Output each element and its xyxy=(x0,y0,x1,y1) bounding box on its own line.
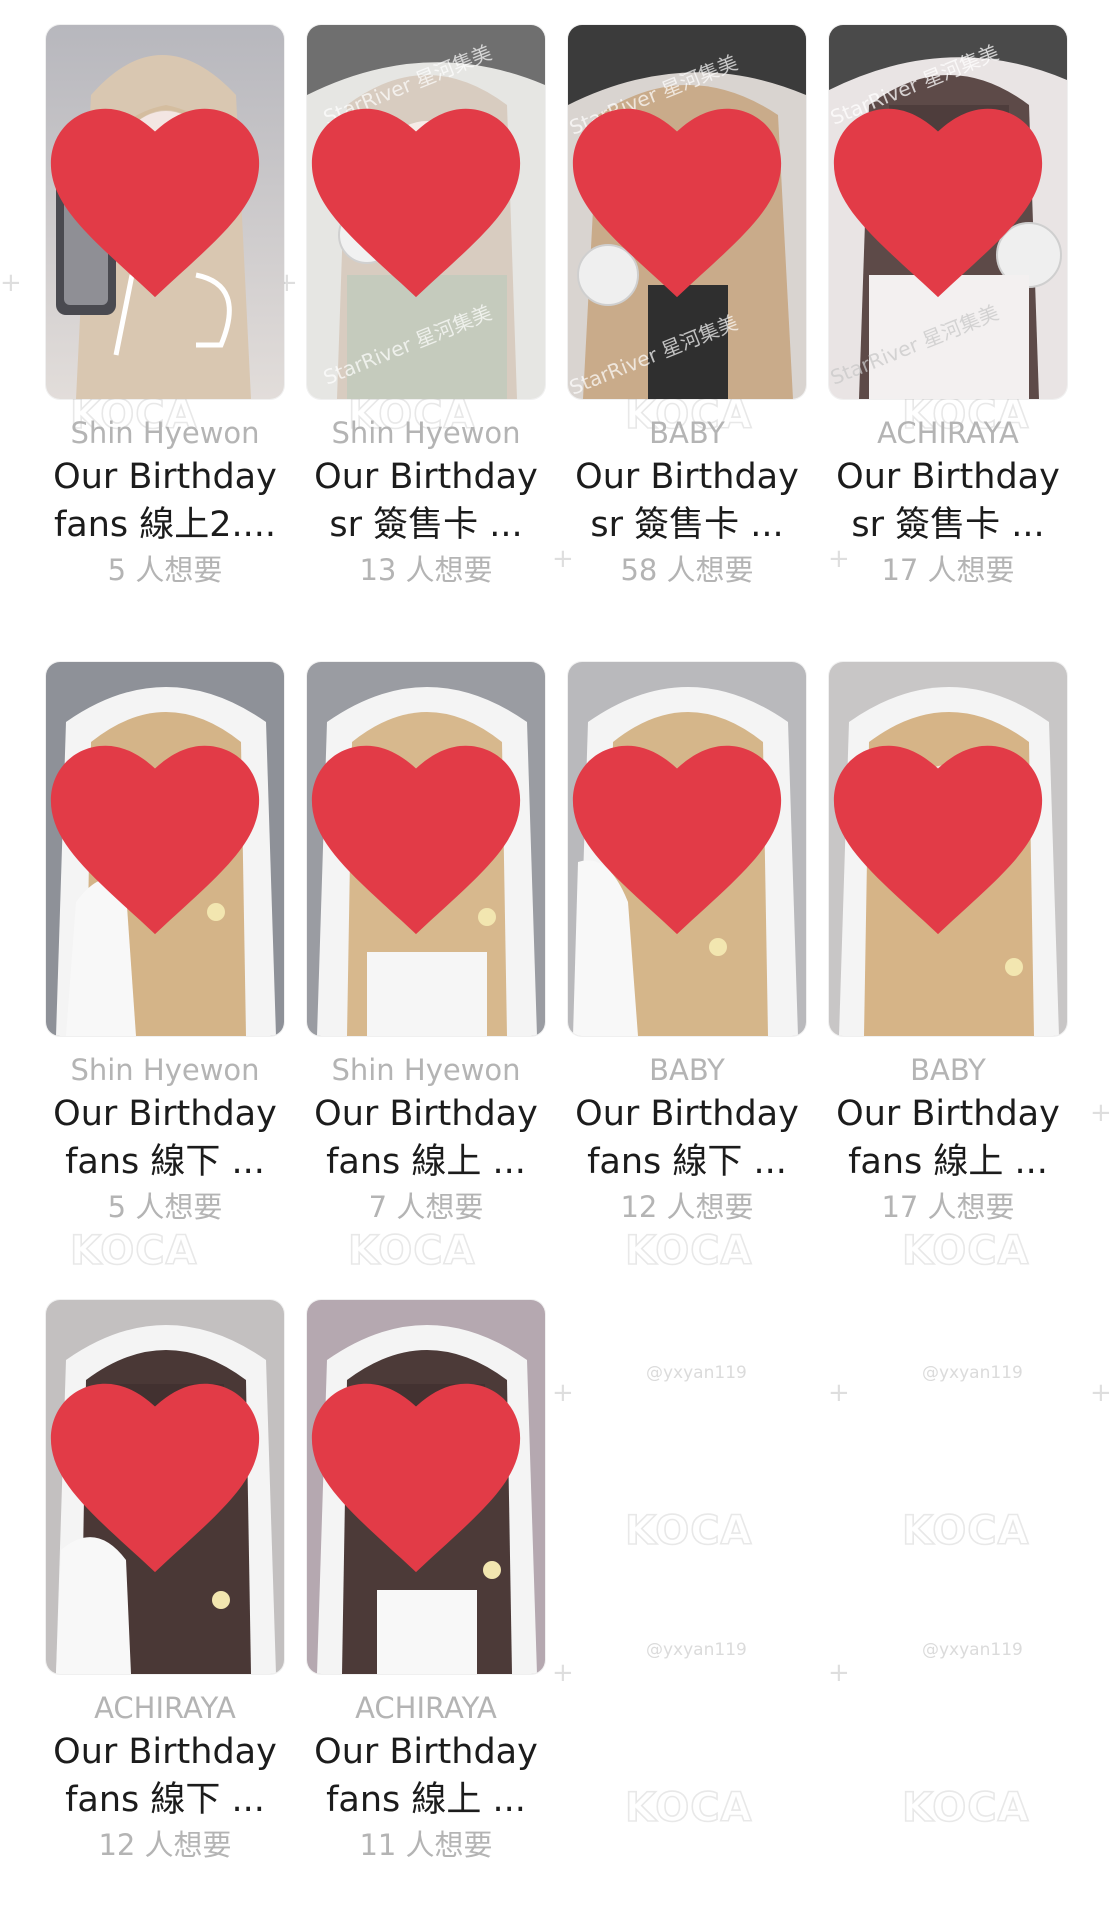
want-count: 11 人想要 xyxy=(359,1828,493,1862)
plus-watermark: + xyxy=(552,1658,574,1688)
brand-watermark: KOCA xyxy=(624,1784,753,1832)
heart-icon[interactable] xyxy=(307,662,535,1022)
heart-icon[interactable] xyxy=(568,25,796,385)
member-name: BABY xyxy=(649,1053,725,1087)
brand-watermark: KOCA xyxy=(901,1507,1030,1555)
heart-icon[interactable] xyxy=(46,1300,274,1660)
want-count: 5 人想要 xyxy=(107,553,223,587)
brand-watermark: KOCA xyxy=(347,1227,476,1275)
photocard-image[interactable] xyxy=(307,662,545,1036)
card-title-line1: Our Birthday xyxy=(314,457,538,497)
card-title-line1: Our Birthday xyxy=(575,457,799,497)
plus-watermark: + xyxy=(828,1658,850,1688)
photocard-meta: Shin Hyewon Our Birthday fans 線上 ... 7 人… xyxy=(307,1050,545,1228)
heart-icon[interactable] xyxy=(829,662,1057,1022)
card-title-line1: Our Birthday xyxy=(836,1094,1060,1134)
card-title-line2: sr 簽售卡 ... xyxy=(329,505,523,545)
card-title-line2: sr 簽售卡 ... xyxy=(590,505,784,545)
plus-watermark: + xyxy=(0,268,22,298)
photocard-image[interactable] xyxy=(829,662,1067,1036)
heart-icon[interactable] xyxy=(46,662,274,1022)
member-name: BABY xyxy=(910,1053,986,1087)
card-title-line2: fans 線下 ... xyxy=(587,1142,787,1182)
member-name: Shin Hyewon xyxy=(331,1053,521,1087)
plus-watermark: + xyxy=(1090,1098,1112,1128)
photocard-meta: BABY Our Birthday fans 線下 ... 12 人想要 xyxy=(568,1050,806,1228)
photocard-image[interactable] xyxy=(46,1300,284,1674)
heart-icon[interactable] xyxy=(46,25,274,385)
photocard-image[interactable]: StarRiver 星河集美 StarRiver 星河集美 xyxy=(829,25,1067,399)
photocard-meta: BABY Our Birthday fans 線上 ... 17 人想要 xyxy=(829,1050,1067,1228)
card-title-line2: sr 簽售卡 ... xyxy=(851,505,1045,545)
member-name: Shin Hyewon xyxy=(70,1053,260,1087)
card-title-line1: Our Birthday xyxy=(53,457,277,497)
want-count: 12 人想要 xyxy=(98,1828,232,1862)
member-name: ACHIRAYA xyxy=(94,1691,236,1725)
plus-watermark: + xyxy=(828,1378,850,1408)
photocard-meta: Shin Hyewon Our Birthday fans 線上2.... 5 … xyxy=(46,413,284,591)
card-title-line2: fans 線上 ... xyxy=(848,1142,1048,1182)
brand-watermark: KOCA xyxy=(901,1227,1030,1275)
card-title-line1: Our Birthday xyxy=(53,1732,277,1772)
card-title-line2: fans 線下 ... xyxy=(65,1780,265,1820)
want-count: 13 人想要 xyxy=(359,553,493,587)
card-title-line1: Our Birthday xyxy=(314,1732,538,1772)
brand-watermark: KOCA xyxy=(624,1507,753,1555)
want-count: 5 人想要 xyxy=(107,1190,223,1224)
user-watermark: @yxyan119 xyxy=(922,1363,1023,1383)
member-name: Shin Hyewon xyxy=(70,416,260,450)
user-watermark: @yxyan119 xyxy=(646,1363,747,1383)
want-count: 7 人想要 xyxy=(368,1190,484,1224)
photocard-meta: ACHIRAYA Our Birthday fans 線下 ... 12 人想要 xyxy=(46,1688,284,1866)
photocard-meta: Shin Hyewon Our Birthday sr 簽售卡 ... 13 人… xyxy=(307,413,545,591)
member-name: BABY xyxy=(649,416,725,450)
want-count: 58 人想要 xyxy=(620,553,754,587)
member-name: Shin Hyewon xyxy=(331,416,521,450)
photocard-meta: BABY Our Birthday sr 簽售卡 ... 58 人想要 xyxy=(568,413,806,591)
heart-icon[interactable] xyxy=(307,1300,535,1660)
photocard-image[interactable] xyxy=(46,25,284,399)
heart-icon[interactable] xyxy=(307,25,535,385)
plus-watermark: + xyxy=(1090,1378,1112,1408)
photocard-meta: ACHIRAYA Our Birthday fans 線上 ... 11 人想要 xyxy=(307,1688,545,1866)
want-count: 17 人想要 xyxy=(881,553,1015,587)
plus-watermark: + xyxy=(552,1378,574,1408)
card-title-line2: fans 線上 ... xyxy=(326,1780,526,1820)
heart-icon[interactable] xyxy=(829,25,1057,385)
card-title-line1: Our Birthday xyxy=(575,1094,799,1134)
card-title-line1: Our Birthday xyxy=(314,1094,538,1134)
member-name: ACHIRAYA xyxy=(355,1691,497,1725)
card-title-line1: Our Birthday xyxy=(53,1094,277,1134)
card-title-line2: fans 線上 ... xyxy=(326,1142,526,1182)
card-title-line2: fans 線上2.... xyxy=(53,505,277,545)
user-watermark: @yxyan119 xyxy=(922,1640,1023,1660)
photocard-image[interactable] xyxy=(568,662,806,1036)
photocard-image[interactable]: StarRiver 星河集美 StarRiver 星河集美 xyxy=(568,25,806,399)
want-count: 17 人想要 xyxy=(881,1190,1015,1224)
heart-icon[interactable] xyxy=(568,662,796,1022)
brand-watermark: KOCA xyxy=(69,1227,198,1275)
photocard-image[interactable] xyxy=(46,662,284,1036)
member-name: ACHIRAYA xyxy=(877,416,1019,450)
photocard-meta: ACHIRAYA Our Birthday sr 簽售卡 ... 17 人想要 xyxy=(829,413,1067,591)
photocard-image[interactable]: StarRiver 星河集美 StarRiver 星河集美 xyxy=(307,25,545,399)
photocard-meta: Shin Hyewon Our Birthday fans 線下 ... 5 人… xyxy=(46,1050,284,1228)
brand-watermark: KOCA xyxy=(624,1227,753,1275)
card-title-line2: fans 線下 ... xyxy=(65,1142,265,1182)
user-watermark: @yxyan119 xyxy=(646,1640,747,1660)
photocard-image[interactable] xyxy=(307,1300,545,1674)
brand-watermark: KOCA xyxy=(901,1784,1030,1832)
card-title-line1: Our Birthday xyxy=(836,457,1060,497)
want-count: 12 人想要 xyxy=(620,1190,754,1224)
